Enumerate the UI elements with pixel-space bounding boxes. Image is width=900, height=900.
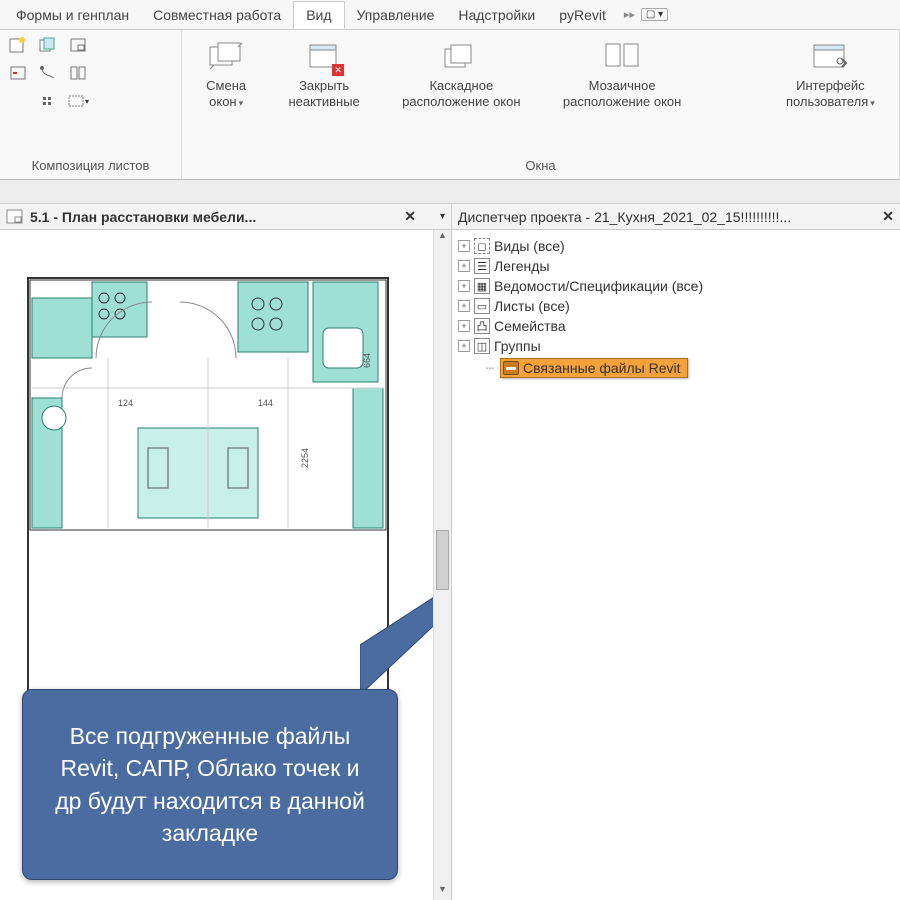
link-icon — [503, 361, 519, 375]
family-icon: 凸 — [474, 318, 490, 334]
expand-icon[interactable]: + — [458, 320, 470, 332]
sheet-icon — [6, 209, 24, 225]
project-browser-title: Диспетчер проекта - 21_Кухня_2021_02_15!… — [458, 209, 791, 225]
tree-node-families[interactable]: +凸Семейства — [456, 316, 896, 336]
scroll-thumb[interactable] — [436, 530, 449, 590]
title-block-icon[interactable] — [66, 34, 90, 56]
panel-windows: Сменаокон ✕ Закрытьнеактивные Каскадноер… — [182, 30, 900, 179]
expand-icon[interactable]: + — [458, 300, 470, 312]
ribbon-panel: ▾ Композиция листов Сменаокон ✕ Закрытьн… — [0, 30, 900, 180]
drawing-area[interactable]: 124 144 2254 664 Все подгруженные файлы … — [0, 230, 451, 900]
duplicate-sheet-icon[interactable] — [36, 34, 60, 56]
ribbon-tabs: Формы и генплан Совместная работа Вид Уп… — [0, 0, 900, 30]
tree-node-schedules[interactable]: +▦Ведомости/Спецификации (все) — [456, 276, 896, 296]
ui-settings-icon — [812, 38, 848, 74]
tab-manage[interactable]: Управление — [345, 2, 447, 28]
scroll-up-icon[interactable]: ▲ — [434, 230, 451, 246]
tab-pyrevit[interactable]: pyRevit — [547, 2, 618, 28]
view-tab-header: 5.1 - План расстановки мебели... ✕ ▾ — [0, 204, 451, 230]
cascade-windows-button[interactable]: Каскадноерасположение окон — [394, 36, 528, 113]
schedule-icon: ▦ — [474, 278, 490, 294]
options-bar — [0, 180, 900, 204]
user-interface-button[interactable]: Интерфейспользователя — [778, 36, 883, 113]
view-tab-dropdown-icon[interactable]: ▾ — [440, 211, 445, 222]
svg-text:144: 144 — [258, 398, 273, 408]
group-icon: ◫ — [474, 338, 490, 354]
view-tab-title[interactable]: 5.1 - План расстановки мебели... — [30, 209, 256, 225]
expand-icon[interactable]: + — [458, 260, 470, 272]
expand-icon[interactable]: + — [458, 240, 470, 252]
project-browser-pane: Диспетчер проекта - 21_Кухня_2021_02_15!… — [452, 204, 900, 900]
switch-windows-icon — [208, 38, 244, 74]
switch-windows-button[interactable]: Сменаокон — [198, 36, 254, 113]
expand-icon[interactable]: + — [458, 280, 470, 292]
panel-label-composition: Композиция листов — [6, 155, 175, 175]
tree-node-views[interactable]: +◻Виды (все) — [456, 236, 896, 256]
tab-collab[interactable]: Совместная работа — [141, 2, 293, 28]
legend-icon: ☰ — [474, 258, 490, 274]
new-sheet-icon[interactable] — [6, 34, 30, 56]
viewports-icon[interactable]: ▾ — [66, 90, 90, 112]
views-icon: ◻ — [474, 238, 490, 254]
tree-node-groups[interactable]: +◫Группы — [456, 336, 896, 356]
svg-text:664: 664 — [362, 353, 372, 368]
annotation-callout: Все подгруженные файлы Revit, САПР, Обла… — [22, 689, 398, 880]
tab-view[interactable]: Вид — [293, 1, 344, 29]
close-view-button[interactable]: ✕ — [404, 208, 416, 225]
vertical-scrollbar[interactable]: ▲ ▼ — [433, 230, 451, 900]
panel-label-windows: Окна — [188, 155, 893, 175]
close-browser-button[interactable]: ✕ — [882, 208, 894, 225]
project-browser-header: Диспетчер проекта - 21_Кухня_2021_02_15!… — [452, 204, 900, 230]
tile-icon — [604, 38, 640, 74]
matchline-icon[interactable] — [66, 62, 90, 84]
svg-text:2254: 2254 — [300, 448, 310, 468]
tile-windows-button[interactable]: Мозаичноерасположение окон — [555, 36, 689, 113]
revision-icon[interactable] — [6, 62, 30, 84]
sheet-icon: ▭ — [474, 298, 490, 314]
view-pane: 5.1 - План расстановки мебели... ✕ ▾ — [0, 204, 452, 900]
tab-addins[interactable]: Надстройки — [446, 2, 547, 28]
view-reference-icon[interactable] — [36, 90, 60, 112]
project-browser-tree: +◻Виды (все) +☰Легенды +▦Ведомости/Специ… — [452, 230, 900, 900]
svg-text:124: 124 — [118, 398, 133, 408]
close-inactive-button[interactable]: ✕ Закрытьнеактивные — [280, 36, 367, 113]
tree-node-sheets[interactable]: +▭Листы (все) — [456, 296, 896, 316]
tree-node-revit-links[interactable]: ┄ Связанные файлы Revit — [456, 356, 896, 380]
panel-sheet-composition: ▾ Композиция листов — [0, 30, 182, 179]
close-inactive-icon: ✕ — [306, 38, 342, 74]
tree-node-legends[interactable]: +☰Легенды — [456, 256, 896, 276]
expand-icon[interactable]: + — [458, 340, 470, 352]
tab-forms[interactable]: Формы и генплан — [4, 2, 141, 28]
workspace: 5.1 - План расстановки мебели... ✕ ▾ — [0, 204, 900, 900]
ribbon-scroll-icon[interactable]: ▸▸ — [624, 8, 635, 21]
scroll-down-icon[interactable]: ▼ — [434, 884, 451, 900]
ribbon-minimize-icon[interactable]: ▢ ▾ — [641, 8, 668, 21]
cascade-icon — [443, 38, 479, 74]
guide-grid-icon[interactable] — [36, 62, 60, 84]
